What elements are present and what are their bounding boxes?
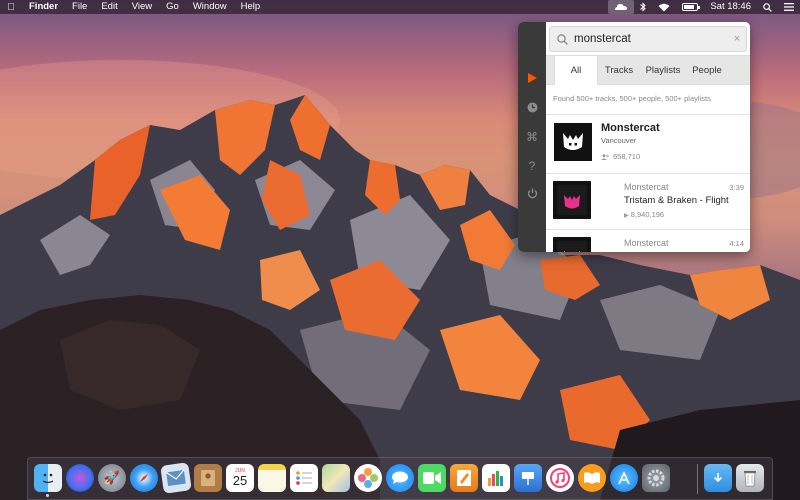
app-store-icon[interactable]: [610, 464, 638, 492]
photos-icon[interactable]: [354, 464, 382, 492]
running-indicator: [46, 494, 49, 497]
play-icon[interactable]: [525, 72, 539, 86]
menu-app-name[interactable]: Finder: [22, 0, 65, 14]
command-icon[interactable]: ⌘: [525, 130, 539, 144]
mail-icon[interactable]: [160, 462, 192, 494]
track-duration: 3:39: [729, 183, 744, 192]
siri-icon[interactable]: [66, 464, 94, 492]
maps-icon[interactable]: [322, 464, 350, 492]
result-tabs: All Tracks Playlists People: [546, 55, 750, 85]
artist-name[interactable]: Monstercat: [601, 122, 660, 134]
spotlight-icon[interactable]: [757, 0, 778, 14]
ibooks-icon[interactable]: [578, 464, 606, 492]
artist-location: Vancouver: [601, 136, 637, 145]
notification-center-icon[interactable]: [778, 0, 800, 14]
system-preferences-icon[interactable]: [642, 464, 670, 492]
battery-icon[interactable]: [676, 0, 704, 14]
menu-bar:  Finder File Edit View Go Window Help S…: [0, 0, 800, 14]
numbers-icon[interactable]: [482, 464, 510, 492]
dock: 🚀 JUN 25: [27, 457, 773, 500]
facetime-icon[interactable]: [418, 464, 446, 492]
artist-avatar[interactable]: [554, 123, 592, 161]
menu-item-file[interactable]: File: [65, 0, 94, 14]
apple-icon[interactable]: : [0, 2, 22, 13]
play-count: 8,940,196: [630, 210, 665, 219]
track-plays: ▶ 8,940,196: [624, 210, 664, 219]
search-input[interactable]: [574, 33, 724, 45]
clock[interactable]: Sat 18:46: [704, 0, 757, 14]
divider: [546, 173, 750, 174]
bluetooth-icon[interactable]: [634, 0, 652, 14]
popup-sidebar: ⌘ ?: [518, 22, 546, 252]
tab-people[interactable]: People: [686, 56, 728, 85]
itunes-icon[interactable]: [546, 464, 574, 492]
pages-icon[interactable]: [450, 464, 478, 492]
downloads-folder-icon[interactable]: [704, 464, 732, 492]
menu-item-help[interactable]: Help: [234, 0, 268, 14]
contacts-icon[interactable]: [194, 464, 222, 492]
play-count-icon: ▶: [624, 213, 629, 219]
menu-item-edit[interactable]: Edit: [94, 0, 124, 14]
tab-playlists[interactable]: Playlists: [640, 56, 686, 85]
menu-item-window[interactable]: Window: [186, 0, 234, 14]
wifi-icon[interactable]: [652, 0, 676, 14]
menu-item-view[interactable]: View: [125, 0, 159, 14]
trash-icon[interactable]: [736, 464, 764, 492]
followers-icon: [601, 153, 609, 160]
track-artwork[interactable]: [553, 181, 591, 219]
calendar-day: 25: [232, 473, 248, 488]
tab-all[interactable]: All: [554, 56, 598, 85]
dock-separator: [697, 464, 698, 494]
calendar-icon[interactable]: JUN 25: [226, 464, 254, 492]
results-summary: Found 500+ tracks, 500+ people, 500+ pla…: [553, 94, 711, 103]
popup-panel: × All Tracks Playlists People Found 500+…: [546, 22, 750, 252]
clear-search-button[interactable]: ×: [728, 33, 746, 45]
safari-icon[interactable]: [130, 464, 158, 492]
history-icon[interactable]: [525, 102, 539, 116]
launchpad-icon[interactable]: 🚀: [98, 464, 126, 492]
divider: [546, 114, 750, 115]
artist-followers: 658,710: [601, 152, 640, 161]
track-user[interactable]: Monstercat: [624, 238, 669, 248]
search-icon: [550, 33, 574, 45]
soundcloud-popup: ⌘ ? × All Tracks Playlists People Found …: [518, 22, 750, 252]
menu-item-go[interactable]: Go: [159, 0, 186, 14]
track-user[interactable]: Monstercat: [624, 182, 669, 192]
keynote-icon[interactable]: [514, 464, 542, 492]
tab-tracks[interactable]: Tracks: [598, 56, 640, 85]
messages-icon[interactable]: [386, 464, 414, 492]
finder-icon[interactable]: [34, 464, 62, 492]
track-title[interactable]: Tristam & Braken - Flight: [624, 195, 729, 206]
status-area: Sat 18:46: [608, 0, 800, 14]
notes-icon[interactable]: [258, 464, 286, 492]
help-icon[interactable]: ?: [525, 159, 539, 173]
followers-count: 658,710: [613, 152, 641, 161]
reminders-icon[interactable]: [290, 464, 318, 492]
track-duration: 4:14: [729, 239, 744, 248]
search-box: ×: [549, 26, 747, 52]
divider: [546, 229, 750, 230]
track-artwork[interactable]: [553, 237, 591, 252]
soundcloud-icon[interactable]: [608, 0, 635, 14]
power-icon[interactable]: [525, 188, 539, 202]
